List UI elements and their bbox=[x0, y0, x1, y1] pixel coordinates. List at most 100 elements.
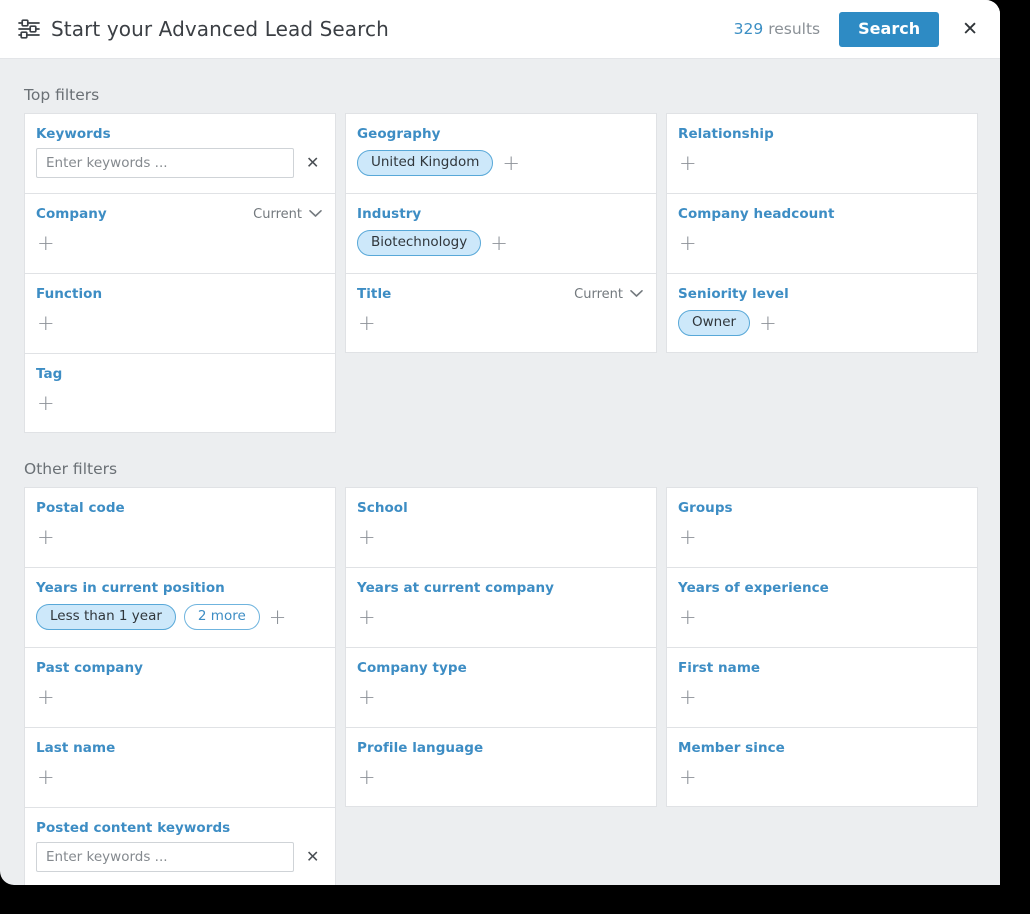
filter-label-industry: Industry bbox=[357, 206, 422, 222]
scope-value: Current bbox=[574, 286, 623, 302]
filter-label-function: Function bbox=[36, 286, 103, 302]
add-filter-icon-first-name[interactable]: + bbox=[678, 686, 698, 708]
filter-cell-content: Biotechnology + bbox=[357, 229, 643, 257]
filter-label-years-at-current-company: Years at current company bbox=[357, 580, 555, 596]
filter-cell-header: Company Current bbox=[36, 206, 322, 222]
results-count: 329 bbox=[733, 20, 764, 38]
filter-cell-header: Postal code bbox=[36, 500, 322, 516]
filter-pill-biotechnology[interactable]: Biotechnology bbox=[357, 229, 482, 257]
add-filter-icon-years-at-current-company[interactable]: + bbox=[357, 606, 377, 628]
filter-cell-content: + bbox=[678, 523, 964, 551]
add-filter-icon-seniority-level[interactable]: + bbox=[758, 312, 778, 334]
filter-cell-company-type: Company type + bbox=[345, 647, 657, 727]
clear-icon-posted-content-keywords[interactable]: ✕ bbox=[304, 847, 321, 867]
filter-cell-keywords: Keywords ✕ bbox=[24, 113, 336, 193]
filter-cell-content: United Kingdom + bbox=[357, 149, 643, 177]
keyword-input-row: ✕ bbox=[36, 148, 322, 178]
filter-cell-content: + bbox=[678, 229, 964, 257]
filter-cell-company-headcount: Company headcount + bbox=[666, 193, 978, 273]
filter-label-last-name: Last name bbox=[36, 740, 116, 756]
filter-cell-title: Title Current + bbox=[345, 273, 657, 353]
filter-cell-years-at-current-company: Years at current company + bbox=[345, 567, 657, 647]
add-filter-icon-company-type[interactable]: + bbox=[357, 686, 377, 708]
add-filter-icon-postal-code[interactable]: + bbox=[36, 526, 56, 548]
add-filter-icon-member-since[interactable]: + bbox=[678, 766, 698, 788]
chevron-down-icon bbox=[630, 287, 643, 302]
filter-cell-content: Owner + bbox=[678, 309, 964, 337]
filter-pill-2-more[interactable]: 2 more bbox=[183, 603, 260, 631]
filter-label-company-type: Company type bbox=[357, 660, 467, 676]
filter-cell-header: Profile language bbox=[357, 740, 643, 756]
add-filter-icon-function[interactable]: + bbox=[36, 312, 56, 334]
filter-cell-function: Function + bbox=[24, 273, 336, 353]
filter-cell-header: Function bbox=[36, 286, 322, 302]
filter-cell-header: Company headcount bbox=[678, 206, 964, 222]
top-filters-column-2: Geography United Kingdom + Industry Biotechn… bbox=[345, 113, 657, 353]
advanced-lead-search-modal: Start your Advanced Lead Search 329 resu… bbox=[0, 0, 1000, 885]
add-filter-icon-profile-language[interactable]: + bbox=[357, 766, 377, 788]
add-filter-icon-school[interactable]: + bbox=[357, 526, 377, 548]
filter-cell-first-name: First name + bbox=[666, 647, 978, 727]
add-filter-icon-title[interactable]: + bbox=[357, 312, 377, 334]
modal-header: Start your Advanced Lead Search 329 resu… bbox=[0, 0, 1000, 59]
filter-pill-less-than-1-year[interactable]: Less than 1 year bbox=[36, 603, 176, 631]
filter-cell-header: Posted content keywords bbox=[36, 820, 322, 836]
filter-pill-united-kingdom[interactable]: United Kingdom bbox=[357, 149, 494, 177]
add-filter-icon-company[interactable]: + bbox=[36, 232, 56, 254]
filter-label-seniority-level: Seniority level bbox=[678, 286, 789, 302]
add-filter-icon-geography[interactable]: + bbox=[501, 152, 521, 174]
filter-cell-industry: Industry Biotechnology + bbox=[345, 193, 657, 273]
filter-cell-content: + bbox=[357, 523, 643, 551]
top-filters-column-1: Keywords ✕ Company Current + Function + Tag + bbox=[24, 113, 336, 433]
filter-cell-content: + bbox=[357, 603, 643, 631]
add-filter-icon-industry[interactable]: + bbox=[489, 232, 509, 254]
filter-cell-content: + bbox=[678, 603, 964, 631]
add-filter-icon-company-headcount[interactable]: + bbox=[678, 232, 698, 254]
filter-cell-header: Years of experience bbox=[678, 580, 964, 596]
clear-icon-keywords[interactable]: ✕ bbox=[304, 153, 321, 173]
page-title: Start your Advanced Lead Search bbox=[51, 17, 389, 41]
keyword-input-row: ✕ bbox=[36, 842, 322, 872]
other-filters-title: Other filters bbox=[24, 460, 118, 478]
close-icon[interactable]: ✕ bbox=[958, 18, 982, 41]
add-filter-icon-past-company[interactable]: + bbox=[36, 686, 56, 708]
filter-cell-header: Keywords bbox=[36, 126, 322, 142]
filter-cell-header: Tag bbox=[36, 366, 322, 382]
filter-cell-content: + bbox=[36, 389, 322, 417]
scope-selector-title[interactable]: Current bbox=[574, 287, 643, 302]
chevron-down-icon bbox=[309, 207, 322, 222]
filter-cell-header: Geography bbox=[357, 126, 643, 142]
filter-cell-postal-code: Postal code + bbox=[24, 487, 336, 567]
scope-selector-company[interactable]: Current bbox=[253, 207, 322, 222]
filter-label-posted-content-keywords: Posted content keywords bbox=[36, 820, 231, 836]
filter-cell-content: Less than 1 year 2 more + bbox=[36, 603, 322, 631]
filter-pill-owner[interactable]: Owner bbox=[678, 309, 751, 337]
filter-label-postal-code: Postal code bbox=[36, 500, 125, 516]
filter-cell-header: Years at current company bbox=[357, 580, 643, 596]
filter-cell-header: Relationship bbox=[678, 126, 964, 142]
filter-cell-groups: Groups + bbox=[666, 487, 978, 567]
add-filter-icon-tag[interactable]: + bbox=[36, 392, 56, 414]
search-button[interactable]: Search bbox=[839, 11, 940, 47]
filter-cell-relationship: Relationship + bbox=[666, 113, 978, 193]
filter-cell-header: Company type bbox=[357, 660, 643, 676]
filter-cell-header: Groups bbox=[678, 500, 964, 516]
filter-cell-content: + bbox=[678, 683, 964, 711]
filter-cell-content: + bbox=[36, 229, 322, 257]
add-filter-icon-years-in-current-position[interactable]: + bbox=[268, 606, 288, 628]
scope-value: Current bbox=[253, 206, 302, 222]
add-filter-icon-last-name[interactable]: + bbox=[36, 766, 56, 788]
add-filter-icon-groups[interactable]: + bbox=[678, 526, 698, 548]
filter-cell-header: Past company bbox=[36, 660, 322, 676]
add-filter-icon-relationship[interactable]: + bbox=[678, 152, 698, 174]
filter-cell-content: + bbox=[36, 683, 322, 711]
keywords-input-posted-content-keywords[interactable] bbox=[36, 842, 294, 872]
filter-cell-school: School + bbox=[345, 487, 657, 567]
top-filters-grid: Keywords ✕ Company Current + Function + Tag + Ge… bbox=[24, 113, 978, 433]
keywords-input-keywords[interactable] bbox=[36, 148, 294, 178]
filter-label-school: School bbox=[357, 500, 408, 516]
add-filter-icon-years-of-experience[interactable]: + bbox=[678, 606, 698, 628]
filter-cell-header: Member since bbox=[678, 740, 964, 756]
filter-cell-header: Last name bbox=[36, 740, 322, 756]
filter-label-company-headcount: Company headcount bbox=[678, 206, 835, 222]
